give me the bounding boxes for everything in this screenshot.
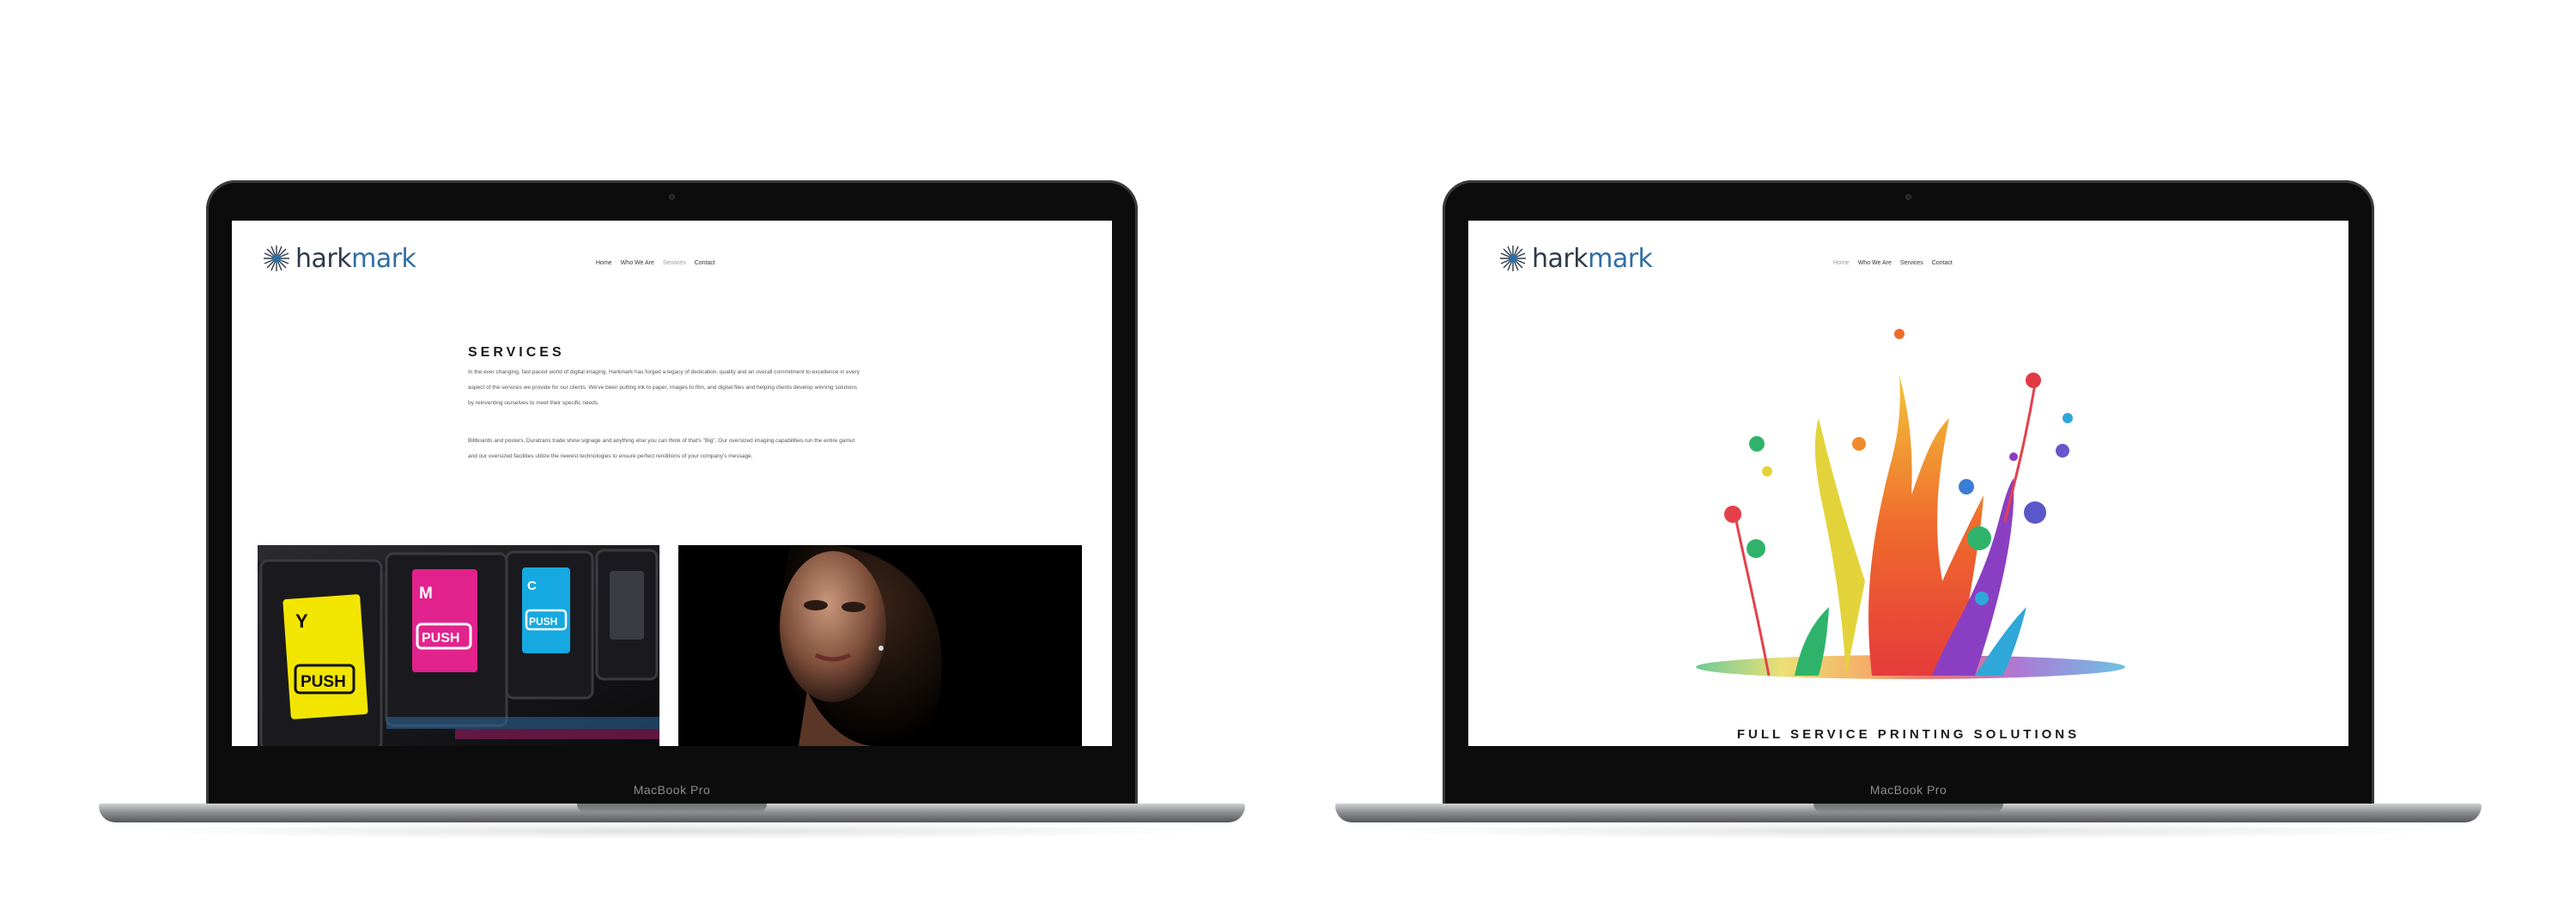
nav-who-we-are[interactable]: Who We Are xyxy=(1858,260,1892,266)
svg-text:PUSH: PUSH xyxy=(529,616,557,628)
camera-icon xyxy=(669,194,675,200)
logo-wordmark: harkmark xyxy=(1532,243,1653,274)
paint-splash-hero-image xyxy=(1674,324,2147,684)
laptop-lid: harkmark Home Who We Are Services Contac… xyxy=(1443,180,2374,809)
cartridge-yellow: Y PUSH xyxy=(283,594,368,719)
nav-contact[interactable]: Contact xyxy=(695,260,715,266)
main-nav: Home Who We Are Services Contact xyxy=(596,260,715,266)
svg-text:PUSH: PUSH xyxy=(422,631,459,646)
logo-wordmark: harkmark xyxy=(295,243,416,274)
nav-contact[interactable]: Contact xyxy=(1932,260,1953,266)
nav-who-we-are[interactable]: Who We Are xyxy=(621,260,654,266)
laptop-left: harkmark Home Who We Are Services Contac… xyxy=(99,180,1245,841)
device-model-label: MacBook Pro xyxy=(633,783,711,797)
intro-paragraph: In the ever changing, fast paced world o… xyxy=(468,369,860,406)
sunburst-logo-icon xyxy=(1500,246,1526,271)
page-title: SERVICES xyxy=(468,345,565,360)
laptop-base xyxy=(99,804,1245,822)
laptop-right: harkmark Home Who We Are Services Contac… xyxy=(1335,180,2482,841)
ink-cartridges-photo: Y PUSH M PUSH C PUSH xyxy=(258,545,659,746)
laptop-notch xyxy=(1814,804,2003,813)
screen-services: harkmark Home Who We Are Services Contac… xyxy=(232,221,1112,746)
cartridge-magenta: M PUSH xyxy=(412,569,477,672)
svg-text:PUSH: PUSH xyxy=(301,673,346,691)
laptop-shadow xyxy=(133,822,1211,840)
svg-text:M: M xyxy=(419,585,433,603)
screen-home: harkmark Home Who We Are Services Contac… xyxy=(1468,221,2348,746)
camera-icon xyxy=(1905,194,1911,200)
laptop-shadow xyxy=(1370,822,2447,840)
site-logo[interactable]: harkmark xyxy=(1498,243,1653,274)
device-model-label: MacBook Pro xyxy=(1869,783,1947,797)
nav-home[interactable]: Home xyxy=(596,260,612,266)
laptop-base xyxy=(1335,804,2482,822)
sunburst-logo-icon xyxy=(264,246,289,271)
nav-services[interactable]: Services xyxy=(1900,260,1923,266)
nav-home[interactable]: Home xyxy=(1833,260,1850,266)
svg-text:C: C xyxy=(527,579,537,593)
cartridge-cyan: C PUSH xyxy=(522,567,570,653)
capabilities-paragraph: Billboards and posters, Duratrans trade … xyxy=(468,438,855,459)
main-nav: Home Who We Are Services Contact xyxy=(1833,260,1953,266)
nav-services[interactable]: Services xyxy=(663,260,686,266)
hero-tagline: FULL SERVICE PRINTING SOLUTIONS xyxy=(1736,727,2081,742)
laptop-notch xyxy=(577,804,767,813)
laptop-lid: harkmark Home Who We Are Services Contac… xyxy=(206,180,1138,809)
svg-text:Y: Y xyxy=(295,610,308,632)
site-logo[interactable]: harkmark xyxy=(261,243,416,274)
portrait-photo xyxy=(678,545,1082,746)
